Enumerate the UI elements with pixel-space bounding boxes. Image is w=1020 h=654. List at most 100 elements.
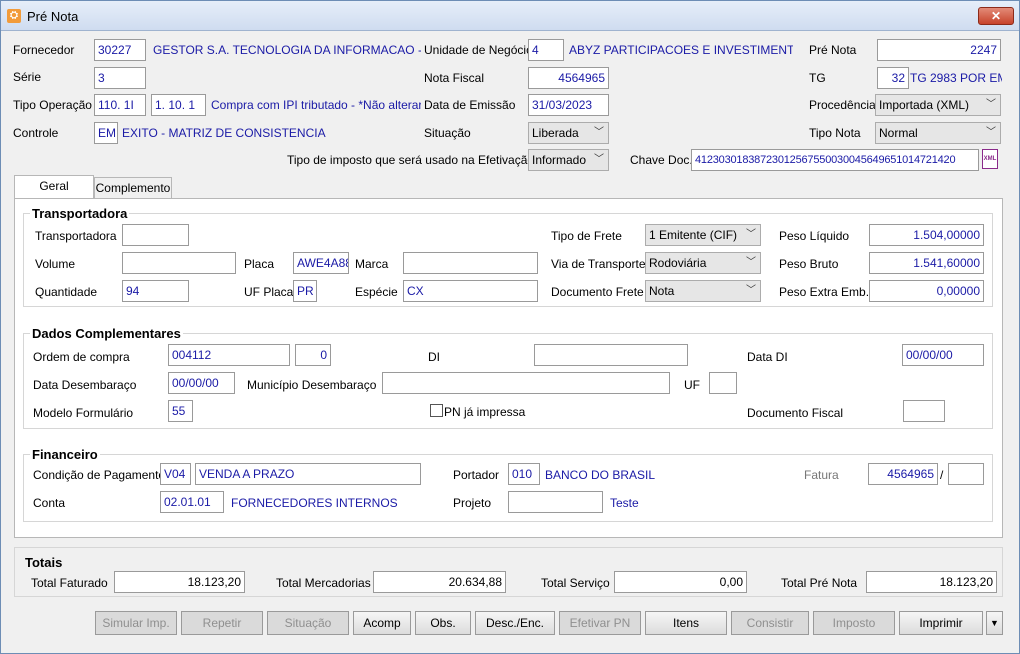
controle-code-field[interactable]: EM xyxy=(94,122,118,144)
tab-complemento[interactable]: Complemento xyxy=(94,177,172,199)
tipoop-label: Tipo Operação xyxy=(13,98,92,112)
itens-button[interactable]: Itens xyxy=(645,611,727,635)
portador-code-field[interactable]: 010 xyxy=(508,463,540,485)
pesobruto-field[interactable]: 1.541,60000 xyxy=(869,252,984,274)
ordem-item-field[interactable]: 0 xyxy=(295,344,331,366)
volume-field[interactable] xyxy=(122,252,236,274)
app-icon: ⛭ xyxy=(7,9,21,23)
notafiscal-label: Nota Fiscal xyxy=(424,71,485,85)
ufplaca-field[interactable]: PR xyxy=(293,280,317,302)
conta-name: FORNECEDORES INTERNOS xyxy=(231,496,398,510)
projeto-code-field[interactable] xyxy=(508,491,603,513)
tiponota-value: Normal xyxy=(879,126,918,140)
municipio-field[interactable] xyxy=(382,372,670,394)
unidade-code-field[interactable]: 4 xyxy=(528,39,564,61)
tipoimposto-select[interactable]: Informado ﹀ xyxy=(528,149,609,171)
fornecedor-code-field[interactable]: 30227 xyxy=(94,39,146,61)
uf-field[interactable] xyxy=(709,372,737,394)
portador-label: Portador xyxy=(453,468,500,482)
conta-code-field[interactable]: 02.01.01 xyxy=(160,491,224,513)
unidade-label: Unidade de Negócio xyxy=(424,43,533,57)
totalprenota-field: 18.123,20 xyxy=(866,571,997,593)
datadi-field[interactable]: 00/00/00 xyxy=(902,344,984,366)
ordem-field[interactable]: 004112 xyxy=(168,344,290,366)
chave-field[interactable]: 4123030183872301256755003004564965101472… xyxy=(691,149,979,171)
datadesemb-field[interactable]: 00/00/00 xyxy=(168,372,235,394)
tipofrete-select[interactable]: 1 Emitente (CIF) ﹀ xyxy=(645,224,761,246)
via-select[interactable]: Rodoviária ﹀ xyxy=(645,252,761,274)
situacao-button[interactable]: Situação xyxy=(267,611,349,635)
transportadora-label: Transportadora xyxy=(35,229,117,243)
condicao-code-field[interactable]: V04 xyxy=(160,463,191,485)
efetivar-pn-button[interactable]: Efetivar PN xyxy=(559,611,641,635)
tab-geral[interactable]: Geral xyxy=(14,175,94,199)
condicao-name-field[interactable]: VENDA A PRAZO xyxy=(195,463,421,485)
fatura-field[interactable]: 4564965 xyxy=(868,463,938,485)
prenota-label: Pré Nota xyxy=(809,43,857,57)
situacao-select[interactable]: Liberada ﹀ xyxy=(528,122,609,144)
fatura-label: Fatura xyxy=(804,468,839,482)
serie-field[interactable]: 3 xyxy=(94,67,146,89)
tipoop-name: Compra com IPI tributado - *Não alterar xyxy=(211,98,421,112)
tipoop-code2-field[interactable]: 1. 10. 1 xyxy=(151,94,206,116)
fatura-parcela-field[interactable] xyxy=(948,463,984,485)
mercadorias-label: Total Mercadorias xyxy=(276,576,371,590)
chevron-down-icon: ﹀ xyxy=(746,229,756,240)
simular-imp-button[interactable]: Simular Imp. xyxy=(95,611,177,635)
docfrete-value: Nota xyxy=(649,284,675,298)
docfrete-select[interactable]: Nota ﹀ xyxy=(645,280,761,302)
tipoimposto-value: Informado xyxy=(532,153,587,167)
projeto-label: Projeto xyxy=(453,496,492,510)
imposto-button[interactable]: Imposto xyxy=(813,611,895,635)
pesoextra-field[interactable]: 0,00000 xyxy=(869,280,984,302)
pesoliq-field[interactable]: 1.504,00000 xyxy=(869,224,984,246)
notafiscal-field[interactable]: 4564965 xyxy=(528,67,609,89)
servico-field: 0,00 xyxy=(614,571,747,593)
especie-field[interactable]: CX xyxy=(403,280,538,302)
projeto-name: Teste xyxy=(610,496,639,510)
tiponota-label: Tipo Nota xyxy=(809,126,861,140)
desc-enc-button[interactable]: Desc./Enc. xyxy=(475,611,555,635)
close-button[interactable]: ✕ xyxy=(978,7,1014,25)
municipio-label: Município Desembaraço xyxy=(247,378,377,392)
datadesemb-label: Data Desembaraço xyxy=(33,378,137,392)
chevron-down-icon: ﹀ xyxy=(594,127,604,138)
prenota-field[interactable]: 2247 xyxy=(877,39,1001,61)
tg-code-field[interactable]: 32 xyxy=(877,67,909,89)
placa-field[interactable]: AWE4A88 xyxy=(293,252,349,274)
title-bar: ⛭ Pré Nota ✕ xyxy=(1,1,1019,31)
docfiscal-field[interactable] xyxy=(903,400,945,422)
imprimir-button[interactable]: Imprimir xyxy=(899,611,983,635)
fatura-separator: / xyxy=(940,468,944,482)
chevron-down-icon: ﹀ xyxy=(746,257,756,268)
modelo-label: Modelo Formulário xyxy=(33,406,134,420)
modelo-field[interactable]: 55 xyxy=(168,400,193,422)
di-field[interactable] xyxy=(534,344,688,366)
situacao-label: Situação xyxy=(424,126,471,140)
pnimpressa-checkbox[interactable] xyxy=(430,404,443,417)
quantidade-field[interactable]: 94 xyxy=(122,280,189,302)
procedencia-select[interactable]: Importada (XML) ﹀ xyxy=(875,94,1001,116)
tipoop-code1-field[interactable]: 110. 1I xyxy=(94,94,146,116)
tiponota-select[interactable]: Normal ﹀ xyxy=(875,122,1001,144)
dataemissao-field[interactable]: 31/03/2023 xyxy=(528,94,609,116)
repetir-button[interactable]: Repetir xyxy=(181,611,263,635)
transportadora-title: Transportadora xyxy=(30,206,130,221)
marca-field[interactable] xyxy=(403,252,538,274)
condicao-label: Condição de Pagamento xyxy=(33,468,166,482)
uf-label: UF xyxy=(684,378,700,392)
datadi-label: Data DI xyxy=(747,350,788,364)
acomp-button[interactable]: Acomp xyxy=(353,611,411,635)
consistir-button[interactable]: Consistir xyxy=(731,611,809,635)
especie-label: Espécie xyxy=(355,285,398,299)
pesoextra-label: Peso Extra Emb. xyxy=(779,285,870,299)
totalprenota-label: Total Pré Nota xyxy=(781,576,858,590)
marca-label: Marca xyxy=(355,257,389,271)
obs-button[interactable]: Obs. xyxy=(415,611,471,635)
more-options-button[interactable]: ▼ xyxy=(986,611,1003,635)
servico-label: Total Serviço xyxy=(541,576,610,590)
xml-file-icon[interactable]: XML xyxy=(982,149,998,169)
conta-label: Conta xyxy=(33,496,66,510)
placa-label: Placa xyxy=(244,257,275,271)
transportadora-field[interactable] xyxy=(122,224,189,246)
